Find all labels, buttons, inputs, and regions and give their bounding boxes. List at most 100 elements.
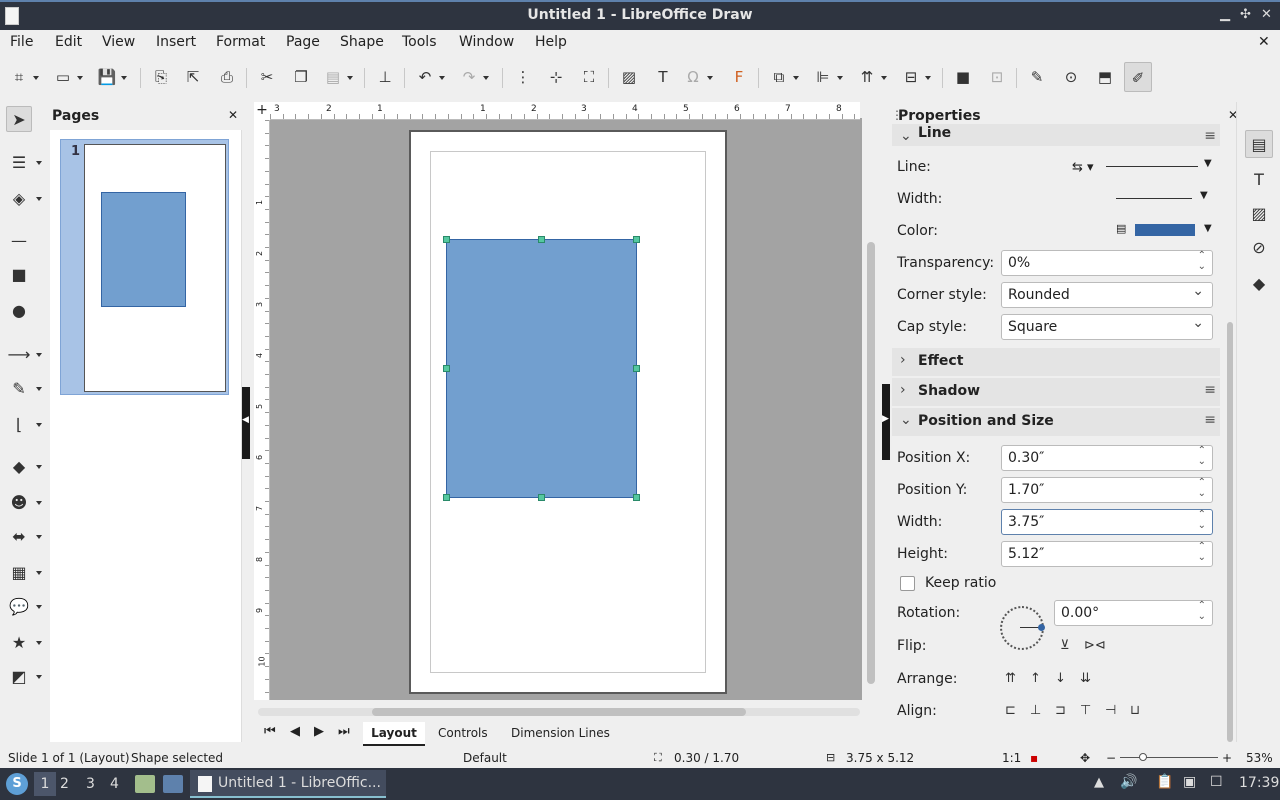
navigator-deck-icon[interactable]: ⊘ — [1245, 234, 1273, 262]
open-icon[interactable]: ▭ — [52, 66, 83, 88]
insert-image-icon[interactable]: ▨ — [618, 66, 640, 88]
basic-shapes-icon[interactable]: ◆ — [6, 454, 42, 480]
send-backward-icon[interactable]: ↓ — [1055, 671, 1066, 686]
fit-zoom-icon[interactable]: ✥ — [1080, 751, 1090, 765]
menu-file[interactable]: File — [10, 34, 33, 50]
keep-ratio-checkbox[interactable] — [900, 576, 915, 591]
menu-tools[interactable]: Tools — [402, 34, 437, 50]
vertical-scroll-thumb[interactable] — [867, 242, 875, 684]
block-arrows-icon[interactable]: ⬌ — [6, 524, 42, 550]
align-top-icon[interactable]: ⊤ — [1080, 703, 1091, 718]
position-x-spinbox[interactable]: 0.30″ — [1001, 445, 1213, 471]
flip-horizontal-icon[interactable]: ⊳⊲ — [1084, 638, 1106, 653]
arrange-icon[interactable]: ⇈ — [856, 66, 887, 88]
toggle-extrusion-icon[interactable]: ⬒ — [1094, 66, 1116, 88]
bring-to-front-icon[interactable]: ⇈ — [1005, 671, 1016, 686]
styles-deck-icon[interactable]: 𝖳 — [1245, 166, 1273, 194]
vertical-ruler[interactable]: 1 2 3 4 5 6 7 8 9 10 — [254, 120, 270, 700]
resize-handle-se[interactable] — [633, 494, 640, 501]
save-icon[interactable]: 💾 — [96, 66, 127, 88]
last-tab-icon[interactable]: ⏭ — [338, 724, 350, 739]
snap-guides-icon[interactable]: ⊹ — [545, 66, 567, 88]
workspace-4[interactable]: 4 — [110, 776, 119, 792]
position-y-spinbox[interactable]: 1.70″ — [1001, 477, 1213, 503]
collapse-sidebar-handle[interactable]: ▶ — [882, 384, 890, 460]
properties-deck-icon[interactable]: ▤ — [1245, 130, 1273, 158]
align-center-icon[interactable]: ⊥ — [1030, 703, 1041, 718]
line-drawing-icon[interactable]: ✐ — [1124, 62, 1152, 92]
zoom-in-icon[interactable]: + — [1222, 751, 1232, 765]
start-menu-icon[interactable]: S — [6, 773, 28, 795]
align-objects-icon[interactable]: ⊫ — [812, 66, 843, 88]
distribute-icon[interactable]: ⊟ — [900, 66, 931, 88]
resize-handle-ne[interactable] — [633, 236, 640, 243]
bring-forward-icon[interactable]: ↑ — [1030, 671, 1041, 686]
shadow-icon[interactable]: ■ — [952, 66, 974, 88]
cut-icon[interactable]: ✂ — [256, 66, 278, 88]
glue-points-icon[interactable]: ⊙ — [1060, 66, 1082, 88]
volume-icon[interactable]: 🔊 — [1120, 774, 1137, 790]
status-zoom[interactable]: 53% — [1246, 751, 1273, 765]
menu-edit[interactable]: Edit — [55, 34, 82, 50]
line-width-dropdown[interactable]: ▼ — [1116, 190, 1216, 208]
crop-icon[interactable]: ⊡ — [986, 66, 1008, 88]
align-middle-icon[interactable]: ⊣ — [1105, 703, 1116, 718]
desktop-icon[interactable] — [163, 775, 183, 793]
close-icon[interactable]: ✕ — [1261, 7, 1272, 22]
line-color-icon[interactable]: ☰ — [6, 150, 42, 176]
import-icon[interactable]: ⎘ — [150, 66, 172, 88]
stars-icon[interactable]: ★ — [6, 630, 42, 656]
align-right-icon[interactable]: ⊐ — [1055, 703, 1066, 718]
previous-tab-icon[interactable]: ◀ — [290, 724, 300, 739]
curves-icon[interactable]: ✎ — [6, 376, 42, 402]
shadow-section-header[interactable]: › Shadow ≡ — [892, 378, 1220, 406]
menu-help[interactable]: Help — [535, 34, 567, 50]
shape-height-spinbox[interactable]: 5.12″ — [1001, 541, 1213, 567]
undo-icon[interactable]: ↶ — [414, 66, 445, 88]
pages-panel-splitter[interactable]: ◀ — [242, 102, 250, 742]
resize-handle-e[interactable] — [633, 365, 640, 372]
horizontal-scrollbar[interactable] — [258, 708, 860, 716]
horizontal-scroll-thumb[interactable] — [372, 708, 746, 716]
flowchart-icon[interactable]: ▦ — [6, 560, 42, 586]
vertical-scrollbar[interactable] — [864, 120, 878, 700]
3d-objects-icon[interactable]: ◩ — [6, 664, 42, 690]
clipboard-icon[interactable]: 📋 — [1156, 774, 1173, 790]
transparency-spinbox[interactable]: 0% — [1001, 250, 1213, 276]
minimize-icon[interactable]: ▁ — [1220, 7, 1230, 22]
resize-handle-s[interactable] — [538, 494, 545, 501]
gallery-deck-icon[interactable]: ▨ — [1245, 200, 1273, 228]
position-size-section-header[interactable]: ⌄ Position and Size ≡ — [892, 408, 1220, 436]
network-icon[interactable]: ▣ — [1183, 774, 1196, 790]
zoom-slider-knob[interactable] — [1139, 753, 1147, 761]
line-section-header[interactable]: ⌄ Line ≡ — [892, 124, 1220, 146]
points-icon[interactable]: ✎ — [1026, 66, 1048, 88]
shapes-deck-icon[interactable]: ◆ — [1245, 270, 1273, 298]
tab-layout[interactable]: Layout — [363, 722, 425, 746]
transformations-icon[interactable]: ⧉ — [768, 66, 799, 88]
connectors-icon[interactable]: ⌊ — [6, 412, 42, 438]
file-manager-icon[interactable] — [135, 775, 155, 793]
resize-handle-nw[interactable] — [443, 236, 450, 243]
rotation-spinbox[interactable]: 0.00° — [1054, 600, 1213, 626]
line-style-dropdown[interactable]: ▼ — [1106, 158, 1216, 176]
callouts-icon[interactable]: 💬 — [6, 594, 42, 620]
resize-handle-sw[interactable] — [443, 494, 450, 501]
menu-shape[interactable]: Shape — [340, 34, 384, 50]
redo-icon[interactable]: ↷ — [458, 66, 489, 88]
tab-controls[interactable]: Controls — [438, 726, 488, 740]
horizontal-ruler[interactable]: 3 2 1 1 2 3 4 5 6 7 8 — [270, 102, 860, 120]
align-bottom-icon[interactable]: ⊔ — [1130, 703, 1140, 718]
zoom-slider[interactable] — [1120, 757, 1218, 758]
copy-icon[interactable]: ❐ — [290, 66, 312, 88]
first-tab-icon[interactable]: ⏮ — [264, 724, 276, 739]
workspace-1[interactable]: 1 — [34, 772, 56, 796]
align-left-icon[interactable]: ⊏ — [1005, 703, 1016, 718]
sidebar-scrollbar[interactable] — [1226, 122, 1234, 742]
special-character-icon[interactable]: Ω — [682, 66, 713, 88]
new-icon[interactable]: ⌗ — [8, 66, 39, 88]
maximize-icon[interactable]: ✣ — [1240, 7, 1251, 22]
menu-page[interactable]: Page — [286, 34, 320, 50]
menu-view[interactable]: View — [102, 34, 135, 50]
shape-width-spinbox[interactable]: 3.75″ — [1001, 509, 1213, 535]
